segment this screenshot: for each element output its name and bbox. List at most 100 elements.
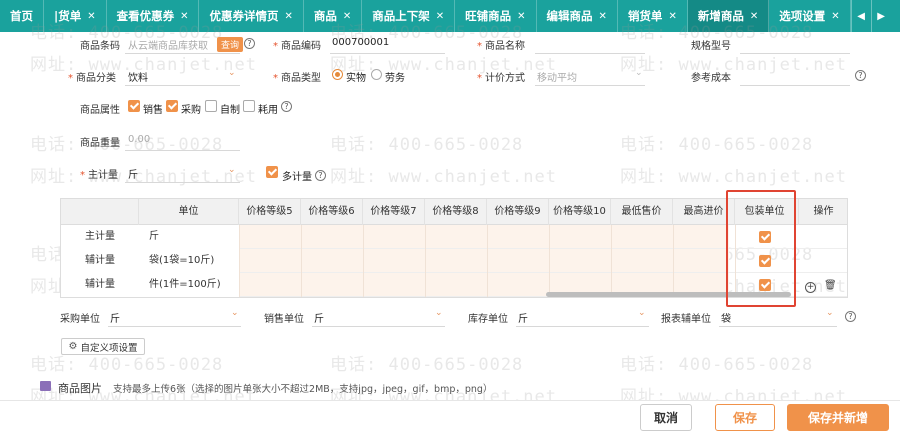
grid-header-cell: 价格等级8 — [425, 199, 487, 225]
close-icon[interactable]: ✕ — [668, 11, 676, 22]
help-icon[interactable]: ? — [244, 38, 255, 49]
purchase-unit-select[interactable]: 斤 — [110, 310, 120, 325]
sales-unit-underline — [312, 326, 445, 327]
cancel-button[interactable]: 取消 — [640, 404, 692, 431]
tab-4[interactable]: 商品 ✕ — [304, 0, 363, 32]
row-unit-name[interactable]: 件(1件=100斤) — [149, 273, 221, 297]
tab-2[interactable]: 查看优惠券 ✕ — [107, 0, 200, 32]
spec-input[interactable] — [740, 53, 850, 54]
required-mark: * — [273, 41, 278, 52]
close-icon[interactable]: ✕ — [750, 11, 758, 22]
spec-label: 规格型号 — [691, 41, 731, 52]
help-icon[interactable]: ? — [281, 101, 292, 112]
barcode-input[interactable]: 从云端商品库获取 — [128, 37, 208, 52]
save-button[interactable]: 保存 — [715, 404, 775, 431]
help-icon[interactable]: ? — [315, 170, 326, 181]
tab-label: 销货单 — [627, 9, 663, 23]
row-unit-type: 辅计量 — [85, 255, 115, 266]
type-label: * 商品类型 — [273, 69, 321, 84]
image-section-hint: 支持最多上传6张（选择的图片单张大小不超过2MB，支持jpg，jpeg，gif，… — [113, 384, 493, 395]
custom-fields-button[interactable]: ⚙ 自定义项设置 — [61, 338, 145, 355]
multi-unit-checkbox[interactable] — [266, 166, 278, 178]
weight-input[interactable]: 0.00 — [128, 134, 150, 145]
row-unit-name[interactable]: 袋(1袋=10斤) — [149, 249, 214, 273]
attr-consume-checkbox[interactable] — [243, 100, 255, 112]
report-unit-select[interactable]: 袋 — [721, 310, 731, 325]
grid-divider — [487, 273, 488, 297]
tab-3[interactable]: 优惠券详情页 ✕ — [199, 0, 304, 32]
type-label-text: 商品类型 — [281, 73, 321, 84]
name-label: * 商品名称 — [477, 37, 525, 52]
watermark-text: 网址: www.chanjet.net — [330, 167, 557, 187]
close-icon[interactable]: ✕ — [436, 11, 444, 22]
pricing-select[interactable]: 移动平均 — [537, 69, 577, 84]
report-unit-label: 报表辅单位 — [661, 314, 711, 325]
chevron-down-icon[interactable]: ⌄ — [231, 308, 239, 318]
type-radio-service[interactable] — [371, 69, 382, 80]
pricing-underline — [535, 85, 645, 86]
tab-8[interactable]: 销货单 ✕ — [618, 0, 688, 32]
tab-6[interactable]: 旺铺商品 ✕ — [455, 0, 537, 32]
highlight-box — [726, 190, 796, 307]
tab-7[interactable]: 编辑商品 ✕ — [537, 0, 618, 32]
watermark-text: 网址: www.chanjet.net — [30, 167, 257, 187]
save-and-new-button[interactable]: 保存并新增 — [787, 404, 889, 431]
attr-purchase-checkbox[interactable] — [166, 100, 178, 112]
help-icon[interactable]: ? — [845, 311, 856, 322]
close-icon[interactable]: ✕ — [599, 11, 607, 22]
grid-divider — [611, 249, 612, 273]
row-unit-name[interactable]: 斤 — [149, 225, 159, 249]
help-icon[interactable]: ? — [855, 70, 866, 81]
grid-header-cell: 最低售价 — [611, 199, 673, 225]
chevron-down-icon[interactable]: ⌄ — [638, 308, 646, 318]
tab-1[interactable]: |货单 ✕ — [44, 0, 107, 32]
query-button[interactable]: 查询 — [217, 37, 244, 52]
tab-label: 编辑商品 — [546, 9, 593, 23]
name-input[interactable] — [535, 53, 645, 54]
close-icon[interactable]: ✕ — [343, 11, 351, 22]
attr-self-checkbox[interactable] — [205, 100, 217, 112]
delete-row-icon[interactable]: 🗑 — [824, 280, 837, 291]
tab-9[interactable]: 新增商品 ✕ — [687, 0, 770, 32]
stock-unit-label: 库存单位 — [468, 314, 508, 325]
required-mark: * — [80, 170, 85, 181]
stock-unit-select[interactable]: 斤 — [518, 310, 528, 325]
type-option-goods: 实物 — [346, 73, 366, 84]
close-icon[interactable]: ✕ — [87, 11, 95, 22]
watermark-text: 电话: 400-665-0028 — [30, 135, 224, 155]
code-input[interactable]: 000700001 — [332, 37, 389, 48]
watermark-text: 网址: www.chanjet.net — [620, 167, 847, 187]
chevron-down-icon[interactable]: ⌄ — [228, 165, 236, 175]
tab-label: 新增商品 — [697, 9, 744, 23]
tab-scroll-right-icon[interactable]: ▶ — [870, 0, 891, 32]
category-select[interactable]: 饮料 — [128, 69, 148, 84]
grid-header-cell: 单位 — [139, 199, 239, 225]
close-icon[interactable]: ✕ — [284, 11, 292, 22]
tab-label: 选项设置 — [779, 9, 826, 23]
tab-0[interactable]: 首页 — [0, 0, 44, 32]
chevron-down-icon[interactable]: ⌄ — [228, 68, 236, 78]
ref-cost-input[interactable] — [740, 85, 850, 86]
chevron-down-icon[interactable]: ⌄ — [635, 68, 643, 78]
grid-header-cell: 价格等级7 — [363, 199, 425, 225]
type-radio-goods[interactable] — [332, 69, 343, 80]
multi-unit-label: 多计量 — [282, 172, 312, 183]
custom-fields-label: 自定义项设置 — [80, 342, 138, 354]
sales-unit-select[interactable]: 斤 — [314, 310, 324, 325]
attr-sale-checkbox[interactable] — [128, 100, 140, 112]
required-mark: * — [273, 73, 278, 84]
close-icon[interactable]: ✕ — [180, 11, 188, 22]
report-unit-underline — [719, 326, 837, 327]
chevron-down-icon[interactable]: ⌄ — [435, 308, 443, 318]
close-icon[interactable]: ✕ — [517, 11, 525, 22]
tab-scroll-left-icon[interactable]: ◀ — [850, 0, 871, 32]
add-row-icon[interactable]: + — [805, 282, 816, 293]
tab-10[interactable]: 选项设置 ✕ — [769, 0, 851, 32]
grid-divider — [301, 249, 302, 273]
chevron-down-icon[interactable]: ⌄ — [826, 308, 834, 318]
grid-divider — [239, 225, 240, 249]
main-unit-select[interactable]: 斤 — [128, 166, 138, 181]
tab-5[interactable]: 商品上下架 ✕ — [362, 0, 456, 32]
close-icon[interactable]: ✕ — [831, 11, 839, 22]
image-icon — [40, 381, 51, 391]
